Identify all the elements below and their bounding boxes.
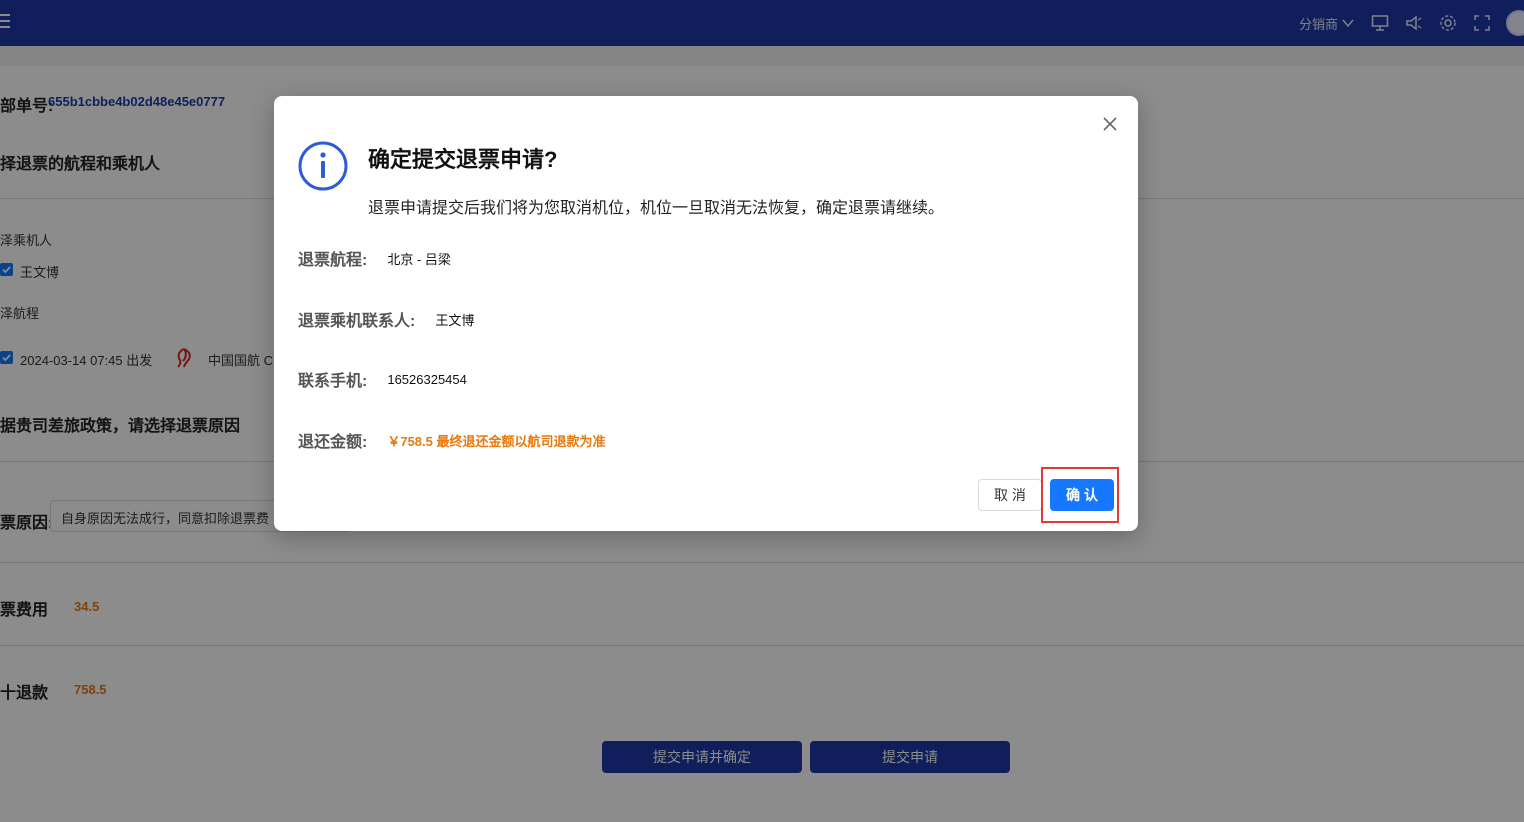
refund-amount-value: ￥758.5 最终退还金额以航司退款为准: [387, 433, 606, 449]
refund-route-field: 退票航程: 北京 - 吕梁: [298, 246, 451, 270]
contact-phone-field: 联系手机: 16526325454: [298, 367, 467, 391]
highlight-box: [1041, 467, 1119, 523]
dialog-description: 退票申请提交后我们将为您取消机位，机位一旦取消无法恢复，确定退票请继续。: [368, 200, 945, 217]
dialog-title: 确定提交退票申请?: [368, 147, 558, 172]
cancel-button[interactable]: 取 消: [978, 479, 1042, 511]
refund-contact-field: 退票乘机联系人: 王文博: [298, 307, 474, 331]
refund-amount-label: 退还金额:: [298, 434, 368, 451]
close-icon[interactable]: [1100, 114, 1120, 134]
refund-route-label: 退票航程:: [298, 252, 368, 269]
confirm-refund-dialog: 确定提交退票申请? 退票申请提交后我们将为您取消机位，机位一旦取消无法恢复，确定…: [274, 96, 1138, 531]
refund-amount-field: 退还金额: ￥758.5 最终退还金额以航司退款为准: [298, 428, 606, 452]
refund-contact-value: 王文博: [435, 312, 475, 328]
contact-phone-label: 联系手机:: [298, 373, 368, 390]
refund-contact-label: 退票乘机联系人:: [298, 313, 416, 330]
contact-phone-value: 16526325454: [387, 371, 467, 387]
refund-route-value: 北京 - 吕梁: [387, 251, 451, 267]
info-icon: [298, 141, 348, 191]
